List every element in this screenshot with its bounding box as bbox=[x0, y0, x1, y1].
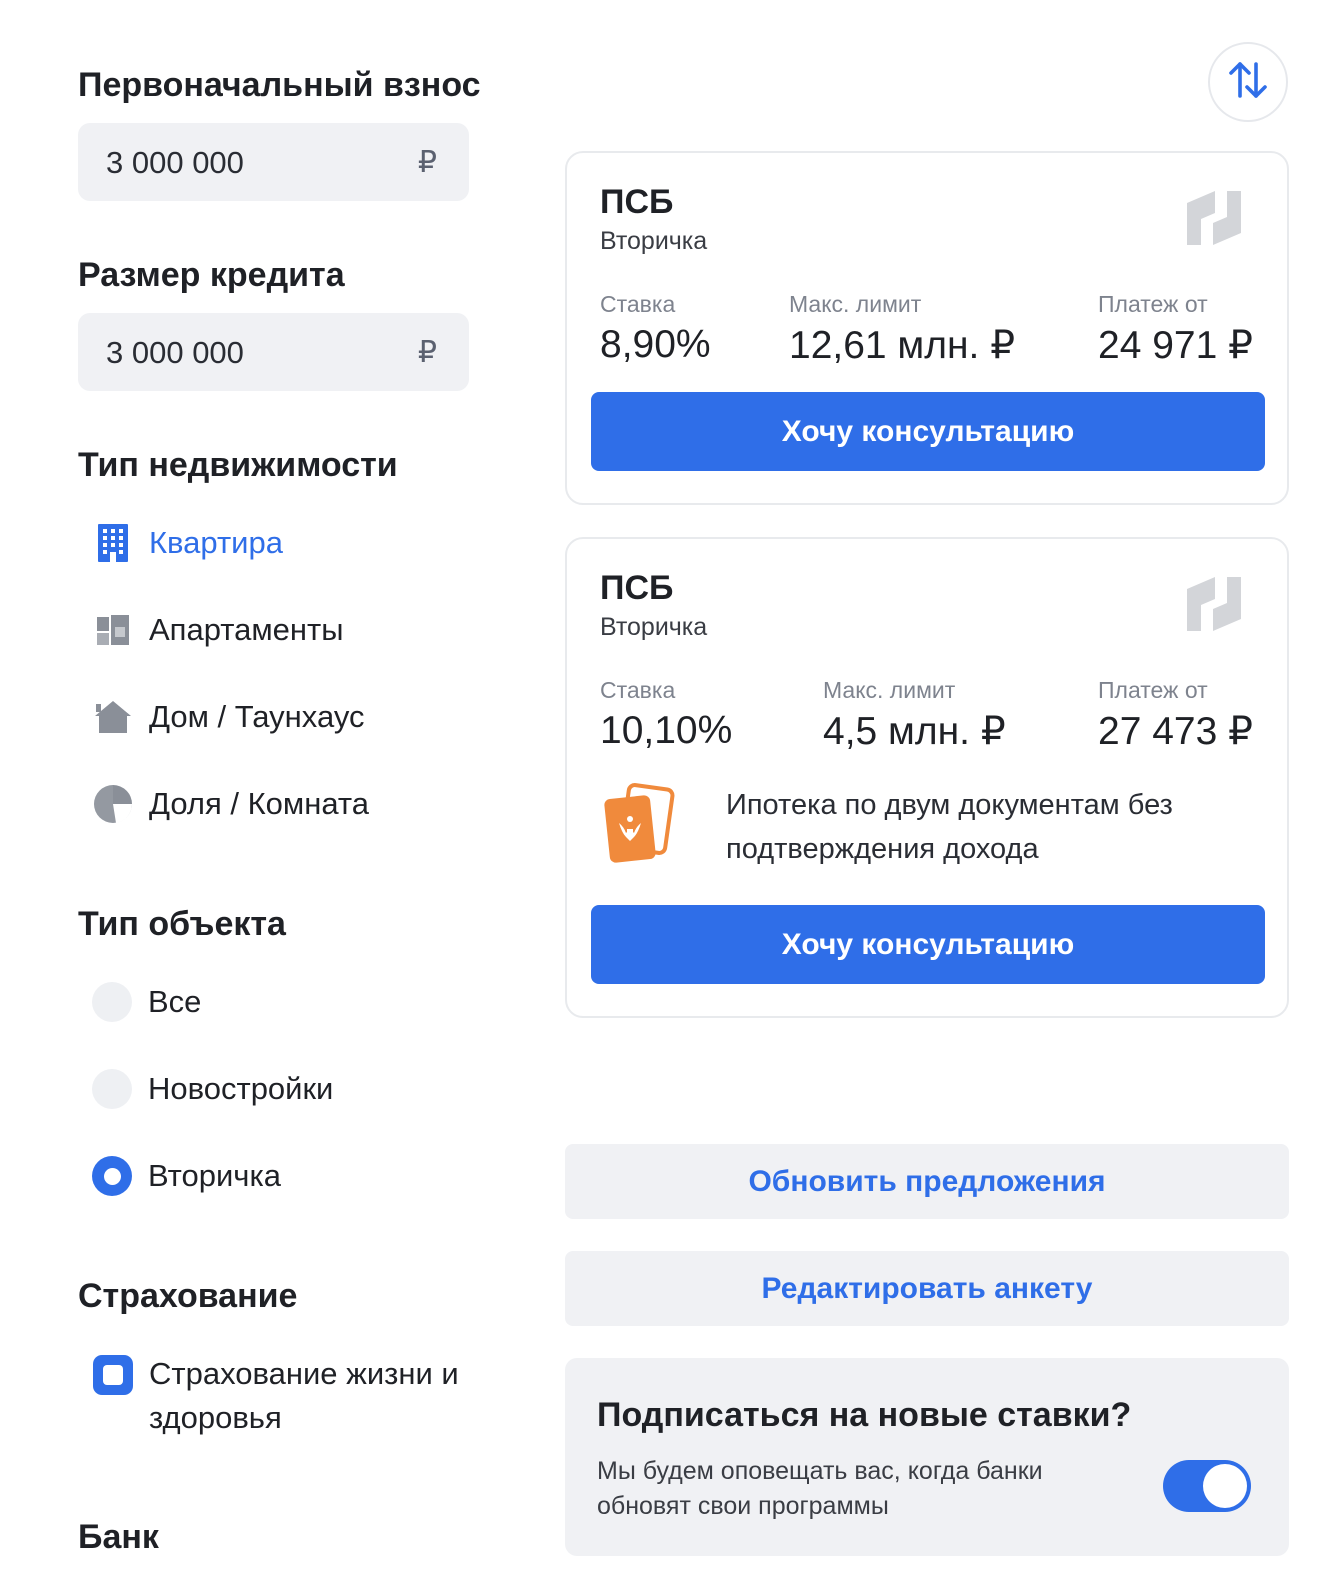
subscribe-description: Мы будем оповещать вас, когда банки обно… bbox=[597, 1457, 1043, 1520]
building-icon bbox=[92, 522, 134, 564]
insurance-checkbox[interactable] bbox=[93, 1355, 133, 1395]
property-option-share[interactable]: Доля / Комната bbox=[92, 779, 369, 829]
offer-card: ПСБ Вторичка Ставка 8,90% Макс. лимит 12… bbox=[565, 151, 1289, 505]
offer-kind: Вторичка bbox=[600, 227, 708, 255]
limit-label: Макс. лимит bbox=[823, 677, 956, 703]
property-option-label: Доля / Комната bbox=[149, 786, 369, 821]
insurance-label: Страхование bbox=[78, 1277, 298, 1315]
limit-value: 12,61 млн. ₽ bbox=[789, 324, 1016, 367]
radio-button-selected[interactable] bbox=[92, 1156, 132, 1196]
sort-button[interactable] bbox=[1208, 42, 1288, 122]
house-icon bbox=[92, 696, 134, 738]
property-option-label: Апартаменты bbox=[149, 612, 344, 647]
apartments-icon bbox=[92, 609, 134, 651]
consultation-button[interactable]: Хочу консультацию bbox=[591, 905, 1265, 984]
subscribe-panel: Подписаться на новые ставки? Мы будем оп… bbox=[565, 1358, 1289, 1556]
radio-button[interactable] bbox=[92, 1069, 132, 1109]
pie-share-icon bbox=[92, 783, 134, 825]
down-payment-label: Первоначальный взнос bbox=[78, 66, 481, 104]
loan-amount-label: Размер кредита bbox=[78, 256, 345, 294]
subscribe-title: Подписаться на новые ставки? bbox=[597, 1396, 1132, 1434]
ruble-icon: ₽ bbox=[417, 336, 437, 369]
down-payment-value: 3 000 000 bbox=[106, 145, 244, 180]
property-type-label: Тип недвижимости bbox=[78, 446, 398, 484]
limit-value: 4,5 млн. ₽ bbox=[823, 710, 1006, 753]
rate-label: Ставка bbox=[600, 291, 676, 317]
payment-label: Платеж от bbox=[1098, 291, 1208, 317]
object-type-label: Тип объекта bbox=[78, 905, 286, 943]
object-option-label: Вторичка bbox=[148, 1158, 281, 1193]
offer-kind: Вторичка bbox=[600, 613, 708, 641]
property-option-apartments[interactable]: Апартаменты bbox=[92, 605, 344, 655]
payment-value: 24 971 ₽ bbox=[1098, 324, 1253, 367]
property-option-flat[interactable]: Квартира bbox=[92, 518, 283, 568]
object-option-label: Все bbox=[148, 984, 202, 1019]
property-option-label: Дом / Таунхаус bbox=[149, 699, 365, 734]
property-option-house[interactable]: Дом / Таунхаус bbox=[92, 692, 365, 742]
object-option-secondary[interactable]: Вторичка bbox=[92, 1151, 281, 1201]
down-payment-field[interactable]: 3 000 000 ₽ bbox=[78, 123, 469, 201]
radio-button[interactable] bbox=[92, 982, 132, 1022]
ruble-icon: ₽ bbox=[417, 146, 437, 179]
refresh-offers-button[interactable]: Обновить предложения bbox=[565, 1144, 1289, 1219]
psb-logo-icon bbox=[1185, 189, 1243, 252]
property-option-label: Квартира bbox=[149, 525, 283, 560]
rate-label: Ставка bbox=[600, 677, 676, 703]
object-option-label: Новостройки bbox=[148, 1071, 334, 1106]
documents-icon bbox=[603, 783, 675, 870]
rate-value: 10,10% bbox=[600, 709, 733, 752]
offer-feature-text: Ипотека по двум документам без подтвержд… bbox=[726, 789, 1173, 865]
consultation-button[interactable]: Хочу консультацию bbox=[591, 392, 1265, 471]
object-option-all[interactable]: Все bbox=[92, 977, 201, 1027]
object-option-new[interactable]: Новостройки bbox=[92, 1064, 333, 1114]
bank-name: ПСБ bbox=[600, 569, 674, 607]
payment-value: 27 473 ₽ bbox=[1098, 710, 1253, 753]
bank-label: Банк bbox=[78, 1518, 159, 1556]
psb-logo-icon bbox=[1185, 575, 1243, 638]
subscribe-toggle[interactable] bbox=[1163, 1460, 1251, 1512]
loan-amount-value: 3 000 000 bbox=[106, 335, 244, 370]
sort-arrows-icon bbox=[1226, 58, 1270, 107]
loan-amount-field[interactable]: 3 000 000 ₽ bbox=[78, 313, 469, 391]
offer-card: ПСБ Вторичка Ставка 10,10% Макс. лимит 4… bbox=[565, 537, 1289, 1018]
insurance-option-label: Страхование жизни и здоровья bbox=[149, 1356, 459, 1435]
bank-name: ПСБ bbox=[600, 183, 674, 221]
payment-label: Платеж от bbox=[1098, 677, 1208, 703]
limit-label: Макс. лимит bbox=[789, 291, 922, 317]
edit-form-button[interactable]: Редактировать анкету bbox=[565, 1251, 1289, 1326]
rate-value: 8,90% bbox=[600, 323, 711, 366]
